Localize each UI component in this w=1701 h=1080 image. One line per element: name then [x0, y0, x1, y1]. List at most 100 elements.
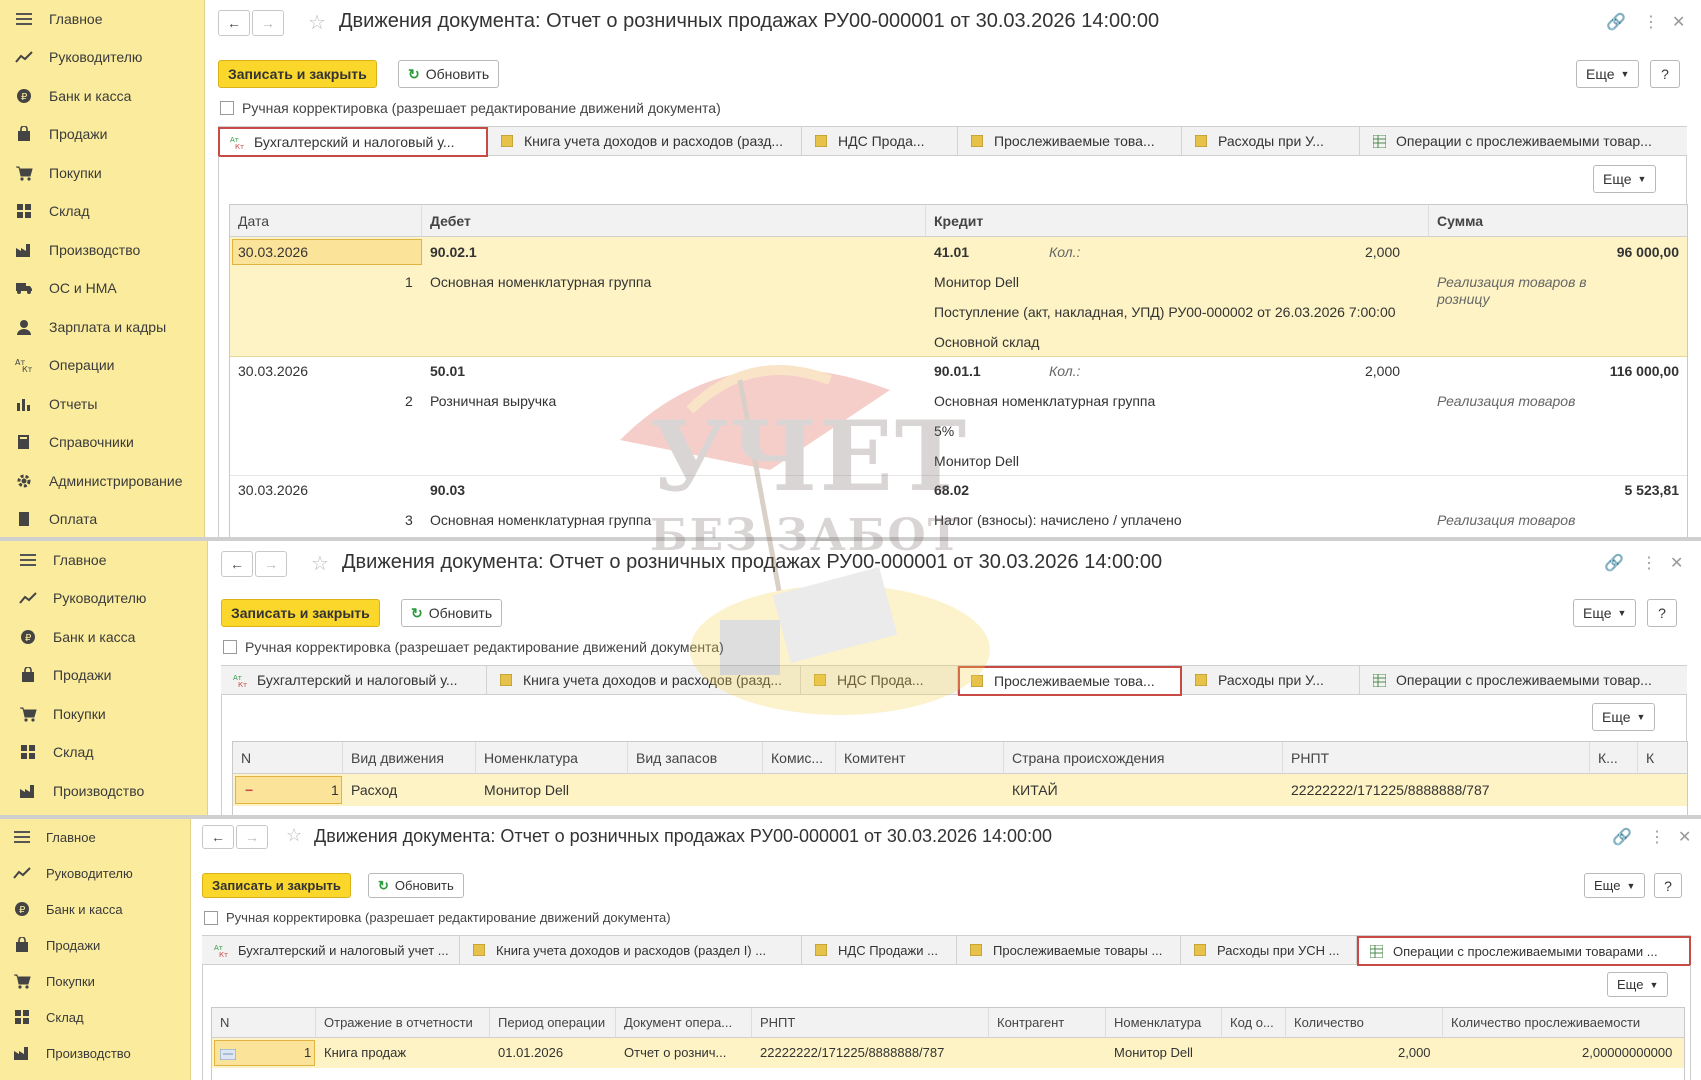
sidebar-item-manager[interactable]: Руководителю: [0, 38, 204, 76]
col-header-debit[interactable]: Дебет: [422, 205, 926, 237]
back-button[interactable]: ←: [202, 825, 234, 849]
col-header-item[interactable]: Номенклатура: [1106, 1008, 1222, 1038]
tab-traceable-operations[interactable]: Операции с прослеживаемыми товар...: [1360, 666, 1700, 694]
star-icon[interactable]: ☆: [286, 825, 302, 846]
tab-accounting[interactable]: Ат Кт Бухгалтерский и налоговый у...: [221, 666, 487, 694]
col-header-n[interactable]: N: [233, 742, 343, 774]
sidebar-item-production[interactable]: Производство: [0, 231, 204, 269]
grid-more-button[interactable]: Еще ▼: [1593, 165, 1657, 193]
tab-traceable-goods[interactable]: Прослеживаемые товары ...: [957, 936, 1181, 964]
tab-accounting[interactable]: Ат Кт Бухгалтерский и налоговый у...: [218, 127, 488, 157]
tab-vat-sales[interactable]: НДС Прода...: [802, 127, 958, 155]
sidebar-item-admin[interactable]: Администрирование: [0, 462, 204, 500]
sidebar-item-sales[interactable]: Продажи: [0, 927, 190, 963]
col-header-qty-trace[interactable]: Количество прослеживаемости: [1443, 1008, 1684, 1038]
col-header-komis[interactable]: Комис...: [763, 742, 836, 774]
sidebar-item-warehouse[interactable]: Склад: [0, 733, 207, 771]
manual-edit-checkbox[interactable]: [204, 910, 218, 925]
manual-edit-checkbox-row[interactable]: Ручная корректировка (разрешает редактир…: [223, 639, 724, 655]
kebab-icon[interactable]: ⋮: [1649, 827, 1665, 847]
sidebar-item-manager[interactable]: Руководителю: [0, 855, 190, 891]
sidebar-item-purchases[interactable]: Покупки: [0, 154, 204, 192]
col-header-rnpt[interactable]: РНПТ: [1283, 742, 1590, 774]
grid-more-button[interactable]: Еще ▼: [1592, 703, 1656, 731]
link-icon[interactable]: 🔗: [1604, 553, 1624, 573]
kebab-icon[interactable]: ⋮: [1643, 12, 1659, 32]
tab-traceable-operations[interactable]: Операции с прослеживаемыми товар...: [1360, 127, 1700, 155]
sidebar-item-assets[interactable]: ОС и НМА: [0, 269, 204, 307]
close-icon[interactable]: ✕: [1672, 12, 1685, 32]
col-header-rnpt[interactable]: РНПТ: [752, 1008, 989, 1038]
save-close-button[interactable]: Записать и закрыть: [202, 873, 351, 898]
col-header-k1[interactable]: К...: [1590, 742, 1638, 774]
col-header-stock[interactable]: Вид запасов: [628, 742, 763, 774]
link-icon[interactable]: 🔗: [1606, 12, 1626, 32]
sidebar-item-payment[interactable]: Оплата: [0, 500, 204, 537]
close-icon[interactable]: ✕: [1678, 827, 1691, 847]
save-close-button[interactable]: Записать и закрыть: [218, 60, 377, 88]
table-row[interactable]: [212, 1038, 1684, 1068]
col-header-doc[interactable]: Документ опера...: [616, 1008, 752, 1038]
grid-more-button[interactable]: Еще ▼: [1607, 972, 1669, 997]
tab-usn-expenses[interactable]: Расходы при У...: [1182, 127, 1360, 155]
sidebar-item-main[interactable]: Главное: [0, 0, 204, 38]
sidebar-item-bank[interactable]: ₽ Банк и касса: [0, 618, 207, 656]
sidebar-item-reports[interactable]: Отчеты: [0, 385, 204, 423]
col-header-qty[interactable]: Количество: [1286, 1008, 1443, 1038]
sidebar-item-purchases[interactable]: Покупки: [0, 695, 207, 733]
sidebar-item-operations[interactable]: Ат Кт Операции: [0, 346, 204, 384]
tab-accounting[interactable]: Ат Кт Бухгалтерский и налоговый учет ...: [202, 936, 460, 964]
col-header-contractor[interactable]: Контрагент: [989, 1008, 1106, 1038]
tab-usn-expenses[interactable]: Расходы при УСН ...: [1181, 936, 1357, 964]
manual-edit-checkbox[interactable]: [220, 101, 234, 115]
forward-button[interactable]: →: [255, 551, 287, 577]
link-icon[interactable]: 🔗: [1612, 827, 1632, 847]
sidebar-item-main[interactable]: Главное: [0, 541, 207, 579]
sidebar-item-sales[interactable]: Продажи: [0, 115, 204, 153]
manual-edit-checkbox-row[interactable]: Ручная корректировка (разрешает редактир…: [204, 910, 671, 925]
star-icon[interactable]: ☆: [311, 551, 329, 576]
tab-income-book[interactable]: Книга учета доходов и расходов (раздел I…: [460, 936, 802, 964]
kebab-icon[interactable]: ⋮: [1641, 553, 1657, 573]
refresh-button[interactable]: ↻ Обновить: [368, 873, 464, 898]
col-header-komitent[interactable]: Комитент: [836, 742, 1004, 774]
manual-edit-checkbox[interactable]: [223, 640, 237, 654]
col-header-country[interactable]: Страна происхождения: [1004, 742, 1283, 774]
refresh-button[interactable]: ↻ Обновить: [401, 599, 503, 627]
sidebar-item-catalogs[interactable]: Справочники: [0, 423, 204, 461]
help-button[interactable]: ?: [1647, 599, 1677, 627]
col-header-k2[interactable]: К: [1638, 742, 1687, 774]
tab-vat-sales[interactable]: НДС Прода...: [801, 666, 958, 694]
col-header-reflect[interactable]: Отражение в отчетности: [316, 1008, 490, 1038]
back-button[interactable]: ←: [221, 551, 253, 577]
col-header-code[interactable]: Код о...: [1222, 1008, 1286, 1038]
sidebar-item-main[interactable]: Главное: [0, 819, 190, 855]
tab-income-book[interactable]: Книга учета доходов и расходов (разд...: [488, 127, 802, 155]
sidebar-item-warehouse[interactable]: Склад: [0, 192, 204, 230]
sidebar-item-manager[interactable]: Руководителю: [0, 579, 207, 617]
more-button[interactable]: Еще ▼: [1584, 873, 1646, 898]
col-header-credit[interactable]: Кредит: [926, 205, 1429, 237]
tab-usn-expenses[interactable]: Расходы при У...: [1182, 666, 1360, 694]
col-header-date[interactable]: Дата: [230, 205, 422, 237]
col-header-sum[interactable]: Сумма: [1429, 205, 1687, 237]
sidebar-item-warehouse[interactable]: Склад: [0, 999, 190, 1035]
star-icon[interactable]: ☆: [308, 10, 326, 35]
sidebar-item-production[interactable]: Производство: [0, 772, 207, 810]
sidebar-item-production[interactable]: Производство: [0, 1035, 190, 1071]
manual-edit-checkbox-row[interactable]: Ручная корректировка (разрешает редактир…: [220, 100, 721, 116]
tab-traceable-goods[interactable]: Прослеживаемые това...: [958, 127, 1182, 155]
close-icon[interactable]: ✕: [1670, 553, 1683, 573]
refresh-button[interactable]: ↻ Обновить: [398, 60, 500, 88]
col-header-movement[interactable]: Вид движения: [343, 742, 476, 774]
save-close-button[interactable]: Записать и закрыть: [221, 599, 380, 627]
sidebar-item-purchases[interactable]: Покупки: [0, 963, 190, 999]
more-button[interactable]: Еще ▼: [1576, 60, 1640, 88]
tab-vat-sales[interactable]: НДС Продажи ...: [802, 936, 957, 964]
back-button[interactable]: ←: [218, 10, 250, 36]
tab-traceable-operations[interactable]: Операции с прослеживаемыми товарами ...: [1357, 936, 1691, 966]
forward-button[interactable]: →: [252, 10, 284, 36]
sidebar-item-sales[interactable]: Продажи: [0, 656, 207, 694]
col-header-period[interactable]: Период операции: [490, 1008, 616, 1038]
col-header-item[interactable]: Номенклатура: [476, 742, 628, 774]
